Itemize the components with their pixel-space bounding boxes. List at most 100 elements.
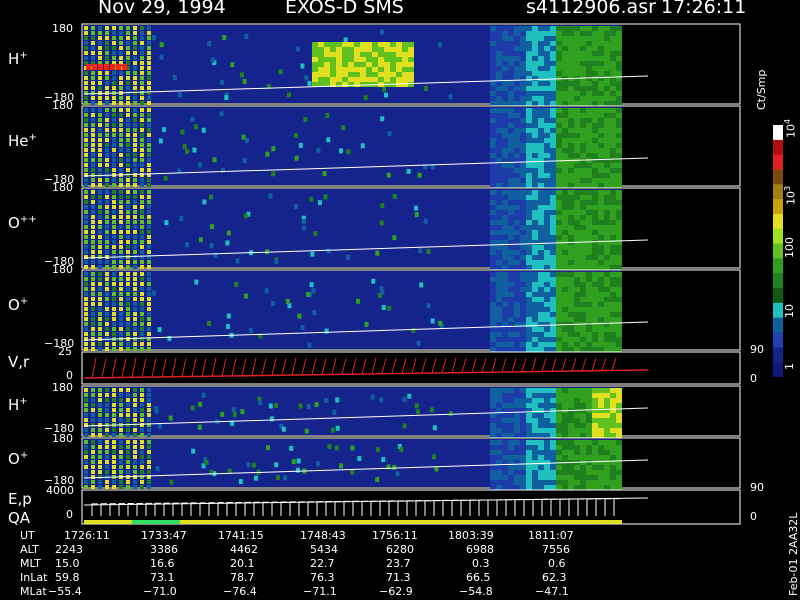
spectrogram-cell <box>140 31 144 35</box>
spectrogram-cell <box>562 440 568 445</box>
spectrogram-cell <box>586 108 592 113</box>
spectrogram-cell <box>526 113 532 118</box>
spectrogram-cell <box>562 163 568 168</box>
spectrogram-cell <box>133 302 137 306</box>
spectrogram-cell <box>550 81 556 86</box>
spectrogram-cell <box>496 398 502 403</box>
spectrogram-cell <box>98 36 102 40</box>
spectrogram-cell <box>372 42 378 47</box>
spectrogram-cell <box>586 138 592 143</box>
spectrogram-cell <box>598 215 604 220</box>
spectrogram-cell <box>185 242 190 248</box>
spectrogram-cell <box>598 398 604 403</box>
spectrogram-cell <box>544 465 550 470</box>
spectrogram-cell <box>616 393 622 398</box>
spectrogram-cell <box>140 450 144 454</box>
spectrogram-cell <box>526 327 532 332</box>
spectrogram-cell <box>180 129 185 135</box>
spectrogram-cell <box>550 195 556 200</box>
spectrogram-cell <box>556 173 562 178</box>
spectrogram-cell <box>354 72 360 77</box>
spectrogram-cell <box>556 393 562 398</box>
spectrogram-cell <box>532 220 538 225</box>
spectrogram-cell <box>598 86 604 91</box>
spectrogram-cell <box>592 230 598 235</box>
spectrogram-cell <box>112 96 116 100</box>
spectrogram-cell <box>140 148 144 152</box>
spectrogram-cell <box>307 342 312 348</box>
spectrogram-cell <box>496 66 502 71</box>
spectrogram-cell <box>490 423 496 428</box>
spectrogram-cell <box>550 393 556 398</box>
spectrogram-cell <box>532 240 538 245</box>
spectrogram-cell <box>126 480 130 484</box>
spectrogram-cell <box>532 327 538 332</box>
spectrogram-cell <box>119 118 123 122</box>
spectrogram-cell <box>300 63 305 69</box>
spectrogram-cell <box>133 195 137 199</box>
xaxis-cell: 1748:43 <box>300 529 346 542</box>
spectrogram-cell <box>119 322 123 326</box>
spectrogram-cell <box>550 388 556 393</box>
spectrogram-cell <box>112 302 116 306</box>
spectrogram-cell <box>544 403 550 408</box>
spectrogram-cell <box>550 108 556 113</box>
spectrogram-cell <box>538 317 544 322</box>
spectrogram-cell <box>556 312 562 317</box>
spectrogram-cell <box>556 61 562 66</box>
spectrogram-cell <box>98 297 102 301</box>
spectrogram-cell <box>105 158 109 162</box>
spectrogram-cell <box>568 200 574 205</box>
spectrogram-cell <box>526 173 532 178</box>
spectrogram-cell <box>550 413 556 418</box>
spectrogram-cell <box>568 475 574 480</box>
spectrogram-cell <box>112 413 116 417</box>
spectrogram-cell <box>502 297 508 302</box>
spectrogram-cell <box>133 163 137 167</box>
spectrogram-cell <box>562 465 568 470</box>
spectrogram-cell <box>532 61 538 66</box>
spectrogram-cell <box>526 66 532 71</box>
spectrogram-cell <box>532 255 538 260</box>
spectrogram-cell <box>502 450 508 455</box>
spectrogram-cell <box>84 265 88 269</box>
spectrogram-cell <box>378 72 384 77</box>
spectrogram-cell <box>562 277 568 282</box>
spectrogram-cell <box>212 157 217 163</box>
spectrogram-cell <box>520 342 526 347</box>
spectrogram-cell <box>604 445 610 450</box>
spectrogram-cell <box>318 67 324 72</box>
spectrogram-cell <box>508 413 514 418</box>
spectrogram-cell <box>293 204 298 210</box>
spectrogram-cell <box>502 178 508 183</box>
spectrogram-cell <box>133 398 137 402</box>
spectrogram-cell <box>126 56 130 60</box>
spectrogram-cell <box>562 225 568 230</box>
spectrogram-cell <box>98 465 102 469</box>
spectrogram-cell <box>538 215 544 220</box>
spectrogram-cell <box>544 317 550 322</box>
spectrogram-cell <box>276 475 281 481</box>
spectrogram-cell <box>133 148 137 152</box>
spectrogram-cell <box>98 413 102 417</box>
spectrogram-cell <box>91 96 95 100</box>
spectrogram-cell <box>502 205 508 210</box>
spectrogram-cell <box>550 470 556 475</box>
spectrogram-cell <box>147 272 151 276</box>
spectrogram-cell <box>568 433 574 438</box>
spectrogram-cell <box>592 96 598 101</box>
spectrogram-cell <box>222 35 227 41</box>
spectrogram-cell <box>98 322 102 326</box>
spectrogram-cell <box>604 210 610 215</box>
spectrogram-cell <box>502 31 508 36</box>
spectrogram-cell <box>330 62 336 67</box>
spectrogram-cell <box>586 307 592 312</box>
spectrogram-cell <box>592 282 598 287</box>
spectrogram-cell <box>574 36 580 41</box>
spectrogram-cell <box>532 46 538 51</box>
spectrogram-cell <box>402 67 408 72</box>
spectrogram-cell <box>532 302 538 307</box>
spectrogram-cell <box>98 163 102 167</box>
spectrogram-cell <box>84 282 88 286</box>
spectrogram-cell <box>98 240 102 244</box>
